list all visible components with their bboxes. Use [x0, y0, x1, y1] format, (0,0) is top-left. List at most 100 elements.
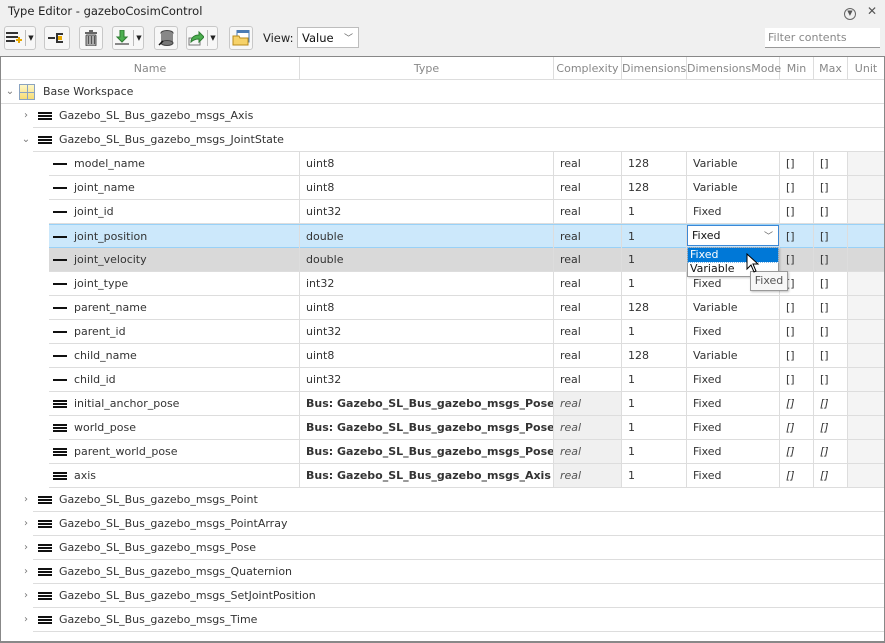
type-cell[interactable]: Bus: Gazebo_SL_Bus_gazebo_msgs_Axis [300, 464, 554, 487]
min-cell[interactable]: [] [780, 248, 814, 271]
unit-cell[interactable] [848, 416, 884, 439]
element-name[interactable]: joint_velocity [68, 248, 300, 271]
type-cell[interactable]: Bus: Gazebo_SL_Bus_gazebo_msgs_Pose [300, 440, 554, 463]
column-header-dimensionsmode[interactable]: DimensionsMode [687, 57, 781, 80]
element-row[interactable]: child_id uint32 real 1 Fixed[][] [49, 368, 884, 392]
complexity-cell[interactable]: real [554, 416, 622, 439]
max-cell[interactable]: [] [814, 225, 848, 248]
element-name[interactable]: joint_id [68, 200, 300, 223]
element-name[interactable]: world_pose [68, 416, 300, 439]
dimensions-cell[interactable]: 1 [622, 368, 687, 391]
element-name[interactable]: axis [68, 464, 300, 487]
max-cell[interactable]: [] [814, 320, 848, 343]
dimensions-mode-cell[interactable]: Variable [687, 296, 780, 319]
bus-row[interactable]: › Gazebo_SL_Bus_gazebo_msgs_Quaternion [24, 560, 884, 584]
dimensions-mode-cell[interactable]: Fixed [687, 416, 780, 439]
max-cell[interactable]: [] [814, 464, 848, 487]
bus-row-expanded[interactable]: ⌄ Gazebo_SL_Bus_gazebo_msgs_JointState [22, 128, 884, 152]
complexity-cell[interactable]: real [554, 296, 622, 319]
unit-cell[interactable] [848, 200, 884, 223]
type-cell[interactable]: double [300, 225, 554, 248]
complexity-cell[interactable]: real [554, 225, 622, 248]
unit-cell[interactable] [848, 392, 884, 415]
unit-cell[interactable] [848, 368, 884, 391]
min-cell[interactable]: [] [780, 320, 814, 343]
dimensions-cell[interactable]: 1 [622, 440, 687, 463]
element-row[interactable]: child_name uint8 real 128 Variable[][] [49, 344, 884, 368]
min-cell[interactable]: [] [780, 200, 814, 223]
dimensions-cell[interactable]: 1 [622, 272, 687, 295]
dimensions-cell[interactable]: 1 [622, 225, 687, 248]
dimensions-cell[interactable]: 1 [622, 464, 687, 487]
dimensions-mode-cell[interactable]: Variable [687, 152, 780, 175]
dimensions-cell[interactable]: 128 [622, 344, 687, 367]
element-row[interactable]: world_pose Bus: Gazebo_SL_Bus_gazebo_msgs… [49, 416, 884, 440]
unit-cell[interactable] [848, 296, 884, 319]
complexity-cell[interactable]: real [554, 392, 622, 415]
element-name[interactable]: parent_id [68, 320, 300, 343]
min-cell[interactable]: [] [780, 440, 814, 463]
chevron-down-icon[interactable]: ▼ [133, 30, 142, 46]
dimensions-mode-dropdown[interactable]: Fixed ﹀ [687, 225, 779, 246]
dimensions-cell[interactable]: 128 [622, 176, 687, 199]
complexity-cell[interactable]: real [554, 272, 622, 295]
min-cell[interactable]: [] [780, 368, 814, 391]
element-name[interactable]: parent_name [68, 296, 300, 319]
chevron-right-icon[interactable]: › [19, 584, 33, 607]
element-name[interactable]: joint_name [68, 176, 300, 199]
unit-cell[interactable] [848, 248, 884, 271]
dropdown-option-fixed[interactable]: Fixed [687, 247, 779, 263]
max-cell[interactable]: [] [814, 392, 848, 415]
bus-row[interactable]: › Gazebo_SL_Bus_gazebo_msgs_SetJointPosit… [24, 584, 884, 608]
dimensions-cell[interactable]: 1 [622, 248, 687, 271]
max-cell[interactable]: [] [814, 176, 848, 199]
min-cell[interactable]: [] [780, 296, 814, 319]
min-cell[interactable]: [] [780, 416, 814, 439]
chevron-right-icon[interactable]: › [19, 608, 33, 631]
bus-row[interactable]: › Gazebo_SL_Bus_gazebo_msgs_PointArray [24, 512, 884, 536]
type-cell[interactable]: uint8 [300, 296, 554, 319]
add-bus-button[interactable]: ▼ [4, 26, 36, 50]
dimensions-cell[interactable]: 1 [622, 392, 687, 415]
column-header-max[interactable]: Max [814, 57, 848, 80]
delete-button[interactable] [79, 26, 103, 50]
element-name[interactable]: parent_world_pose [68, 440, 300, 463]
dimensions-mode-cell[interactable]: Fixed [687, 440, 780, 463]
max-cell[interactable]: [] [814, 296, 848, 319]
type-cell[interactable]: uint8 [300, 152, 554, 175]
dimensions-mode-cell[interactable]: Fixed [687, 464, 780, 487]
min-cell[interactable]: [] [780, 464, 814, 487]
unit-cell[interactable] [848, 440, 884, 463]
chevron-right-icon[interactable]: › [19, 536, 33, 559]
column-header-unit[interactable]: Unit [848, 57, 884, 80]
dimensions-mode-cell[interactable]: Fixed [687, 320, 780, 343]
element-row[interactable]: parent_world_pose Bus: Gazebo_SL_Bus_gaze… [49, 440, 884, 464]
element-name[interactable]: model_name [68, 152, 300, 175]
dimensions-mode-cell[interactable]: Variable [687, 344, 780, 367]
complexity-cell[interactable]: real [554, 176, 622, 199]
filter-input[interactable] [765, 28, 880, 48]
min-cell[interactable]: [] [780, 392, 814, 415]
dimensions-cell[interactable]: 1 [622, 416, 687, 439]
element-row[interactable]: model_name uint8 real 128 Variable[][] [49, 152, 884, 176]
unit-cell[interactable] [848, 344, 884, 367]
element-row[interactable]: axis Bus: Gazebo_SL_Bus_gazebo_msgs_Axis r… [49, 464, 884, 488]
min-cell[interactable]: [] [780, 176, 814, 199]
column-header-complexity[interactable]: Complexity [554, 57, 622, 80]
element-row[interactable]: joint_id uint32 real 1 Fixed[][] [49, 200, 884, 224]
unit-cell[interactable] [848, 152, 884, 175]
dimensions-mode-cell[interactable]: Fixed [687, 368, 780, 391]
bus-row[interactable]: › Gazebo_SL_Bus_gazebo_msgs_Pose [24, 536, 884, 560]
max-cell[interactable]: [] [814, 344, 848, 367]
unit-cell[interactable] [848, 176, 884, 199]
dimensions-mode-cell[interactable]: Fixed [687, 392, 780, 415]
view-select[interactable]: Value ﹀ [297, 27, 359, 48]
element-name[interactable]: joint_position [68, 225, 300, 248]
close-button[interactable]: ✕ [864, 3, 880, 19]
unit-cell[interactable] [848, 272, 884, 295]
type-cell[interactable]: Bus: Gazebo_SL_Bus_gazebo_msgs_Pose [300, 416, 554, 439]
type-cell[interactable]: int32 [300, 272, 554, 295]
dimensions-cell[interactable]: 128 [622, 152, 687, 175]
dimensions-mode-cell[interactable]: Fixed [687, 200, 780, 223]
panel-menu-button[interactable]: ▼ [842, 3, 858, 20]
